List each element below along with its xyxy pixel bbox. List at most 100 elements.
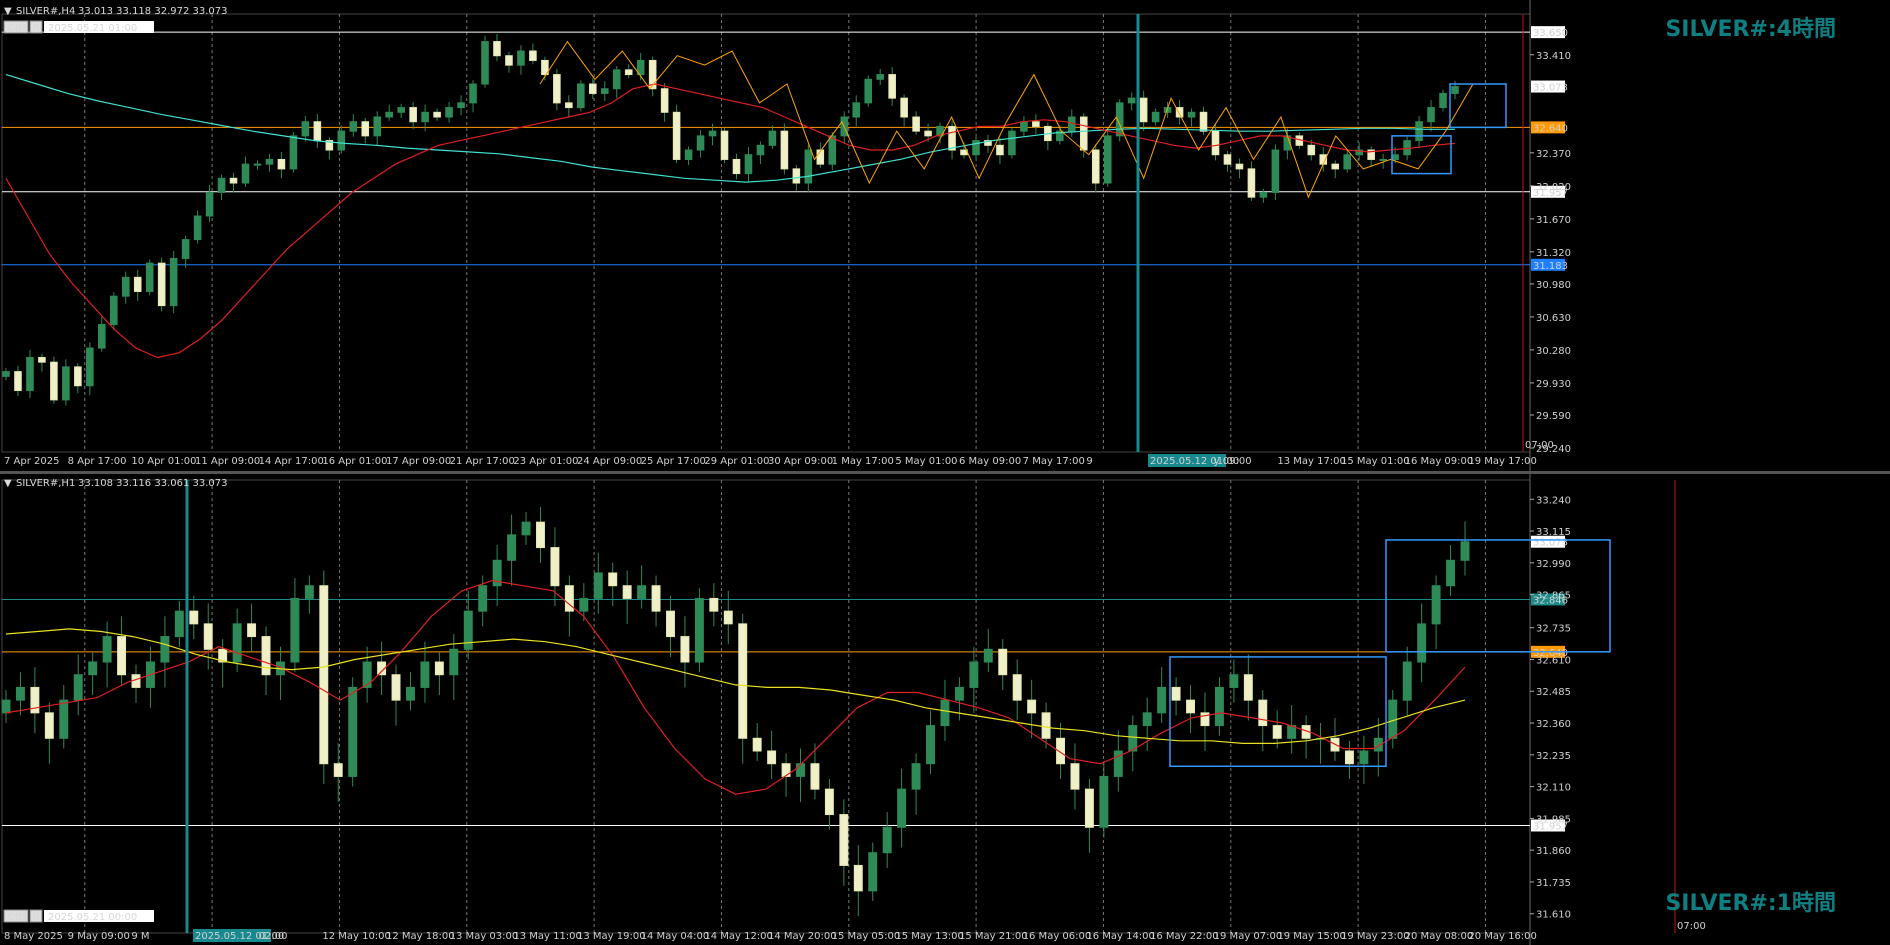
candle-body[interactable] — [593, 572, 603, 599]
candle-body[interactable] — [333, 763, 343, 777]
candle-body[interactable] — [253, 163, 262, 166]
candle-body[interactable] — [1272, 725, 1282, 739]
candle-body[interactable] — [1247, 168, 1256, 198]
candle-body[interactable] — [876, 74, 884, 80]
candle-body[interactable] — [229, 177, 238, 184]
candle-body[interactable] — [1070, 763, 1080, 790]
candle-body[interactable] — [612, 69, 621, 90]
candle-body[interactable] — [694, 597, 704, 663]
candle-body[interactable] — [810, 763, 820, 790]
candle-body[interactable] — [804, 149, 813, 184]
candle-body[interactable] — [1331, 163, 1340, 170]
candle-body[interactable] — [1235, 163, 1244, 170]
candle-body[interactable] — [1211, 130, 1220, 156]
zone-rectangle[interactable] — [1391, 135, 1452, 175]
candle-body[interactable] — [1127, 97, 1136, 104]
candle-body[interactable] — [521, 521, 531, 536]
candle-body[interactable] — [1079, 116, 1088, 151]
candle-body[interactable] — [313, 121, 322, 142]
candle-body[interactable] — [756, 144, 765, 156]
candle-body[interactable] — [319, 585, 329, 765]
candle-body[interactable] — [98, 323, 106, 349]
candle-body[interactable] — [672, 111, 681, 160]
candle-body[interactable] — [1223, 154, 1232, 165]
candle-body[interactable] — [304, 585, 314, 599]
candle-body[interactable] — [73, 674, 83, 701]
h1-chart-panel[interactable]: 32.846 32.640 31.957 33.240 33.115 32.990 32.8… — [0, 474, 1890, 945]
candle-body[interactable] — [102, 636, 112, 663]
candle-body[interactable] — [433, 111, 441, 118]
candle-body[interactable] — [1099, 775, 1109, 828]
candle-body[interactable] — [780, 130, 789, 170]
candle-body[interactable] — [852, 102, 861, 118]
candle-body[interactable] — [1091, 149, 1100, 184]
candle-body[interactable] — [62, 366, 70, 401]
candle-body[interactable] — [998, 648, 1008, 676]
candle-body[interactable] — [205, 191, 214, 217]
candle-body[interactable] — [926, 725, 935, 765]
candle-body[interactable] — [792, 168, 801, 184]
candle-body[interactable] — [174, 610, 184, 638]
candle-body[interactable] — [948, 125, 956, 151]
candle-body[interactable] — [74, 366, 82, 387]
candle-body[interactable] — [1451, 86, 1459, 94]
candle-body[interactable] — [385, 111, 393, 118]
candle-body[interactable] — [232, 623, 242, 663]
candle-body[interactable] — [1343, 154, 1352, 170]
candle-body[interactable] — [768, 130, 777, 146]
candle-body[interactable] — [1379, 158, 1387, 161]
candle-body[interactable] — [853, 864, 863, 892]
candle-body[interactable] — [1012, 674, 1022, 701]
candle-body[interactable] — [1151, 111, 1160, 123]
candle-body[interactable] — [680, 636, 690, 663]
candle-body[interactable] — [1171, 686, 1181, 701]
candle-body[interactable] — [409, 107, 417, 123]
candle-body[interactable] — [1431, 585, 1441, 625]
candle-body[interactable] — [189, 610, 199, 625]
candle-body[interactable] — [1259, 191, 1268, 198]
candle-body[interactable] — [1084, 788, 1094, 828]
candle-body[interactable] — [824, 788, 834, 816]
candle-body[interactable] — [637, 585, 647, 599]
candle-body[interactable] — [507, 534, 517, 561]
candle-body[interactable] — [1187, 111, 1196, 118]
candle-body[interactable] — [1186, 699, 1196, 714]
candle-body[interactable] — [457, 102, 465, 109]
candle-body[interactable] — [247, 623, 257, 638]
candle-body[interactable] — [406, 686, 415, 701]
candle-body[interactable] — [1139, 97, 1148, 123]
candle-body[interactable] — [86, 347, 94, 387]
candle-body[interactable] — [50, 361, 58, 401]
candle-body[interactable] — [277, 158, 286, 170]
candle-body[interactable] — [397, 107, 405, 113]
candle-body[interactable] — [505, 55, 513, 66]
candle-body[interactable] — [744, 154, 753, 175]
candle-body[interactable] — [600, 88, 609, 94]
candle-body[interactable] — [897, 788, 907, 828]
candle-body[interactable] — [767, 750, 777, 765]
candle-body[interactable] — [565, 102, 573, 109]
candle-body[interactable] — [261, 636, 271, 676]
candle-body[interactable] — [2, 371, 10, 377]
candle-body[interactable] — [348, 686, 358, 777]
candle-body[interactable] — [1417, 623, 1427, 663]
candle-body[interactable] — [1032, 121, 1040, 127]
candle-body[interactable] — [588, 83, 597, 94]
candle-body[interactable] — [289, 135, 298, 170]
candle-body[interactable] — [796, 763, 805, 777]
candle-body[interactable] — [420, 661, 430, 688]
candle-body[interactable] — [493, 41, 501, 57]
h4-chart-svg[interactable]: 33.65032.64031.95731.18333.41032.37032.0… — [0, 0, 1890, 471]
candle-body[interactable] — [337, 130, 346, 151]
candle-body[interactable] — [608, 572, 618, 587]
candle-body[interactable] — [290, 597, 300, 663]
candle-body[interactable] — [38, 356, 46, 363]
candle-body[interactable] — [684, 149, 693, 160]
candle-body[interactable] — [660, 88, 669, 113]
candle-body[interactable] — [983, 648, 993, 663]
candle-body[interactable] — [361, 121, 370, 137]
candle-body[interactable] — [181, 239, 190, 259]
candle-body[interactable] — [160, 636, 170, 663]
candle-body[interactable] — [969, 661, 979, 688]
candle-body[interactable] — [553, 74, 561, 104]
